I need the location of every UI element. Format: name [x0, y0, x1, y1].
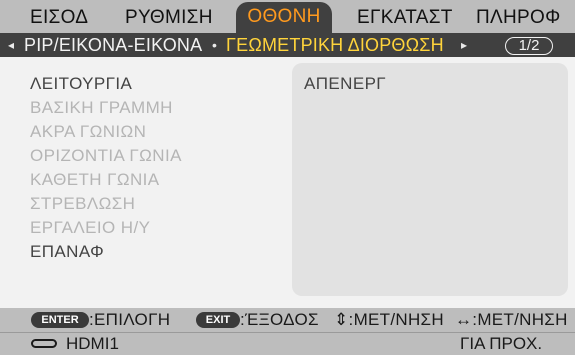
status-row: HDMI1 ΓΙΑ ΠΡΟΧ. — [0, 332, 575, 355]
sub-tab-bar: ◂ PIP/ΕΙΚΟΝΑ-ΕΙΚΟΝΑ • ΓΕΩΜΕΤΡΙΚΗ ΔΙΟΡΘΩΣ… — [0, 33, 575, 57]
page-indicator: 1/2 — [505, 37, 553, 55]
input-source-label: HDMI1 — [66, 334, 119, 353]
enter-hint: :ΕΠΙΛΟΓΗ — [89, 310, 171, 329]
move-horizontal-hint: ↔:ΜΕΤ/ΝΗΣΗ — [455, 310, 568, 329]
tab-setup[interactable]: ΡΥΘΜΙΣΗ — [125, 6, 213, 30]
enter-key-badge: ENTER — [31, 312, 89, 328]
main-tab-bar: ΕΙΣΟΔ ΡΥΘΜΙΣΗ ΟΘΟΝΗ ΕΓΚΑΤΑΣΤ ΠΛΗΡΟΦ — [0, 0, 575, 33]
menu-item-mode[interactable]: ΛΕΙΤΟΥΡΓΙΑ — [30, 73, 132, 95]
tab-installation[interactable]: ΕΓΚΑΤΑΣΤ — [357, 6, 453, 30]
subtab-prev-arrow-icon[interactable]: ◂ — [8, 33, 14, 57]
subtab-next-arrow-icon[interactable]: ▸ — [461, 33, 467, 57]
mode-value[interactable]: ΑΠΕΝΕΡΓ — [304, 73, 386, 95]
menu-item-reset[interactable]: ΕΠΑΝΑΦ — [30, 241, 104, 263]
menu-item-warping: ΣΤΡΕΒΛΩΣΗ — [30, 194, 136, 213]
exit-key-badge: EXIT — [196, 312, 240, 328]
subtab-pip[interactable]: PIP/ΕΙΚΟΝΑ-ΕΙΚΟΝΑ — [24, 33, 202, 57]
key-guide: ENTER :ΕΠΙΛΟΓΗ EXIT :ΈΞΟΔΟΣ ⇕:ΜΕΤ/ΝΗΣΗ ↔… — [0, 308, 575, 332]
menu-item-cornerstone: ΑΚΡΑ ΓΩΝΙΩΝ — [30, 122, 147, 141]
value-panel — [292, 63, 568, 296]
mode-status-label: ΓΙΑ ΠΡΟΧ. — [460, 334, 543, 353]
tab-input[interactable]: ΕΙΣΟΔ — [30, 6, 88, 30]
projector-osd-menu: ΕΙΣΟΔ ΡΥΘΜΙΣΗ ΟΘΟΝΗ ΕΓΚΑΤΑΣΤ ΠΛΗΡΟΦ ◂ PI… — [0, 0, 575, 355]
subtab-separator: • — [212, 37, 217, 53]
tab-info[interactable]: ΠΛΗΡΟΦ — [476, 6, 561, 30]
tab-display[interactable]: ΟΘΟΝΗ — [236, 2, 332, 33]
menu-item-pc-tool: ΕΡΓΑΛΕΙΟ Η/Υ — [30, 218, 151, 237]
menu-item-vertical-corner: ΚΑΘΕΤΗ ΓΩΝΙΑ — [30, 170, 160, 189]
hdmi-icon — [31, 339, 57, 348]
move-vertical-hint: ⇕:ΜΕΤ/ΝΗΣΗ — [334, 310, 444, 329]
menu-item-horizontal-corner: ΟΡΙΖΟΝΤΙΑ ΓΩΝΙΑ — [30, 146, 182, 165]
exit-hint: :ΈΞΟΔΟΣ — [240, 310, 319, 329]
menu-item-keystone: ΒΑΣΙΚΗ ΓΡΑΜΜΗ — [30, 98, 173, 117]
subtab-geometric-correction[interactable]: ΓΕΩΜΕΤΡΙΚΗ ΔΙΟΡΘΩΣΗ — [226, 33, 444, 57]
